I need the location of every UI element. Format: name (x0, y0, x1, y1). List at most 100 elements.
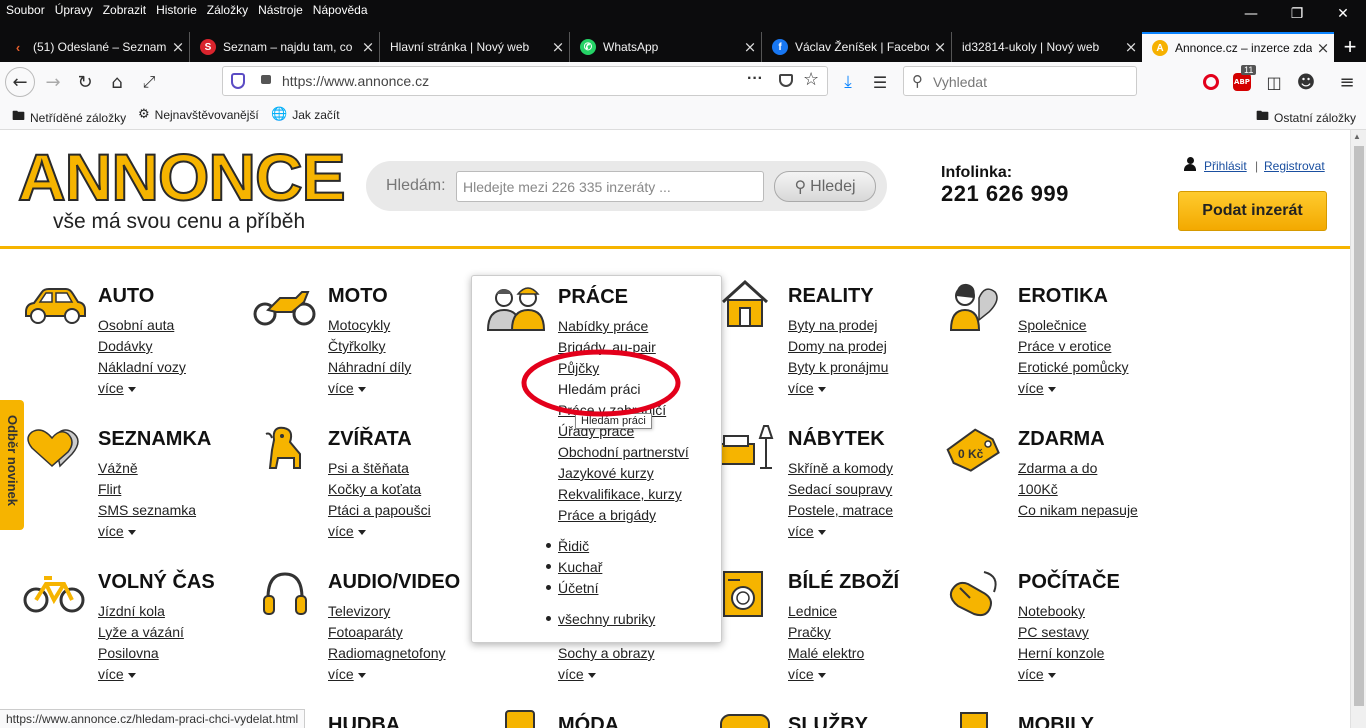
scrollbar-thumb[interactable] (1354, 146, 1364, 706)
pocket-icon[interactable] (779, 74, 793, 87)
link-nakladni-vozy[interactable]: Nákladní vozy (98, 359, 186, 375)
scroll-up-icon[interactable]: ▲ (1353, 132, 1361, 141)
tab-seznam[interactable]: S Seznam – najdu tam, co × (190, 32, 380, 62)
link-100kc[interactable]: 100Kč (1018, 481, 1058, 497)
menu-help[interactable]: Nápověda (307, 0, 372, 20)
close-tab-icon[interactable]: × (1120, 38, 1142, 56)
site-search-button[interactable]: ⚲ Hledej (774, 171, 876, 202)
register-link[interactable]: Registrovat (1264, 159, 1325, 173)
link-ptaci-a-papousci[interactable]: Ptáci a papoušci (328, 502, 431, 518)
menu-history[interactable]: Historie (150, 0, 201, 20)
link-zdarma-a-do[interactable]: Zdarma a do (1018, 460, 1097, 476)
library-icon[interactable]: ☰ (865, 67, 895, 97)
tab-ukoly[interactable]: id32814-ukoly | Nový web × (952, 32, 1142, 62)
category-title-erotika[interactable]: EROTIKA (1018, 285, 1108, 308)
close-tab-icon[interactable]: × (929, 38, 951, 56)
link-vazne[interactable]: Vážně (98, 460, 138, 476)
link-rekvalifikace-kurzy[interactable]: Rekvalifikace, kurzy (558, 486, 682, 502)
tracking-shield-icon[interactable] (231, 73, 245, 89)
link-ridic[interactable]: Řidič (558, 538, 589, 554)
link-co-nikam-nepasuje[interactable]: Co nikam nepasuje (1018, 502, 1138, 518)
more-link-auto[interactable]: více (98, 380, 136, 396)
link-posilovna[interactable]: Posilovna (98, 645, 159, 661)
bookmark-other[interactable]: 🖿 Ostatní záložky (1256, 107, 1356, 129)
tab-whatsapp[interactable]: ✆ WhatsApp × (570, 32, 762, 62)
link-prace-v-erotice[interactable]: Práce v erotice (1018, 338, 1111, 354)
menu-bookmarks[interactable]: Záložky (201, 0, 252, 20)
link-herni-konzole[interactable]: Herní konzole (1018, 645, 1104, 661)
more-link-erotika[interactable]: více (1018, 380, 1056, 396)
category-title-hudba[interactable]: HUDBA (328, 714, 400, 728)
link-jizdni-kola[interactable]: Jízdní kola (98, 603, 165, 619)
link-ucetni[interactable]: Účetní (558, 580, 598, 596)
more-link-zvirata[interactable]: více (328, 523, 366, 539)
link-vsechny-rubriky[interactable]: všechny rubriky (558, 611, 655, 627)
link-pracky[interactable]: Pračky (788, 624, 831, 640)
link-flirt[interactable]: Flirt (98, 481, 121, 497)
link-psi-a-stenata[interactable]: Psi a štěňata (328, 460, 409, 476)
category-title-nabytek[interactable]: NÁBYTEK (788, 428, 885, 451)
account-icon[interactable]: ☻ (1291, 67, 1321, 97)
more-link-moto[interactable]: více (328, 380, 366, 396)
link-motocykly[interactable]: Motocykly (328, 317, 390, 333)
category-title-pocitace[interactable]: POČÍTAČE (1018, 571, 1120, 594)
bookmark-unsorted[interactable]: 🖿 Netříděné záložky (12, 107, 126, 129)
link-osobni-auta[interactable]: Osobní auta (98, 317, 174, 333)
link-postele-matrace[interactable]: Postele, matrace (788, 502, 893, 518)
link-spolecnice[interactable]: Společnice (1018, 317, 1087, 333)
close-tab-icon[interactable]: × (1312, 39, 1334, 57)
lock-icon[interactable] (261, 75, 271, 84)
more-link-audio-video[interactable]: více (328, 666, 366, 682)
link-nahradni-dily[interactable]: Náhradní díly (328, 359, 411, 375)
search-field[interactable]: ⚲ Vyhledat (903, 66, 1137, 96)
opera-icon[interactable] (1196, 67, 1226, 97)
link-sms-seznamka[interactable]: SMS seznamka (98, 502, 196, 518)
downloads-icon[interactable]: ⤓ (833, 67, 863, 97)
menu-edit[interactable]: Úpravy (49, 0, 97, 20)
close-window-icon[interactable]: ✕ (1320, 0, 1366, 28)
more-link-seznamka[interactable]: více (98, 523, 136, 539)
maximize-icon[interactable]: ❐ (1274, 0, 1320, 28)
link-eroticke-pomucky[interactable]: Erotické pomůcky (1018, 359, 1128, 375)
link-prace-a-brigady[interactable]: Práce a brigády (558, 507, 656, 523)
home-icon[interactable]: ⌂ (102, 67, 132, 97)
link-skrine-a-komody[interactable]: Skříně a komody (788, 460, 893, 476)
link-domy-na-prodej[interactable]: Domy na prodej (788, 338, 887, 354)
category-title-seznamka[interactable]: SEZNAMKA (98, 428, 211, 451)
bookmark-getting-started[interactable]: 🌐 Jak začít (271, 107, 340, 122)
more-link-reality[interactable]: více (788, 380, 826, 396)
annonce-logo[interactable]: ANNONCE (17, 143, 347, 211)
more-link-pocitace[interactable]: více (1018, 666, 1056, 682)
page-actions-icon[interactable]: ··· (747, 70, 763, 88)
url-text[interactable]: https://www.annonce.cz (282, 73, 429, 89)
new-tab-icon[interactable]: + (1334, 32, 1366, 62)
link-byty-k-pronajmu[interactable]: Byty k pronájmu (788, 359, 888, 375)
post-ad-button[interactable]: Podat inzerát (1178, 191, 1327, 231)
hamburger-menu-icon[interactable]: ≡ (1332, 67, 1362, 97)
reload-icon[interactable]: ↻ (70, 67, 100, 97)
tab-seznam-email[interactable]: ‹ (51) Odeslané – Seznam E × (0, 32, 190, 62)
newsletter-side-tab[interactable]: Odběr novinek (0, 400, 24, 530)
link-dodavky[interactable]: Dodávky (98, 338, 152, 354)
fullscreen-icon[interactable]: ⤢ (134, 67, 164, 97)
category-title-prace[interactable]: PRÁCE (558, 286, 628, 309)
menu-tools[interactable]: Nástroje (252, 0, 307, 20)
close-tab-icon[interactable]: × (547, 38, 569, 56)
link-lednice[interactable]: Lednice (788, 603, 837, 619)
category-title-reality[interactable]: REALITY (788, 285, 874, 308)
page-scrollbar[interactable]: ▲ (1350, 130, 1366, 728)
category-title-zvirata[interactable]: ZVÍŘATA (328, 428, 412, 451)
forward-icon[interactable]: → (38, 67, 68, 97)
category-title-mobily[interactable]: MOBILY (1018, 714, 1094, 728)
menu-view[interactable]: Zobrazit (97, 0, 150, 20)
more-link-volny-cas[interactable]: více (98, 666, 136, 682)
link-nabidky-prace[interactable]: Nabídky práce (558, 318, 648, 334)
category-title-auto[interactable]: AUTO (98, 285, 154, 308)
bookmark-star-icon[interactable]: ☆ (803, 69, 819, 90)
link-televizory[interactable]: Televizory (328, 603, 390, 619)
menu-file[interactable]: Soubor (0, 0, 49, 20)
close-tab-icon[interactable]: × (739, 38, 761, 56)
back-icon[interactable]: ← (5, 67, 35, 97)
link-male-elektro[interactable]: Malé elektro (788, 645, 864, 661)
link-pc-sestavy[interactable]: PC sestavy (1018, 624, 1089, 640)
